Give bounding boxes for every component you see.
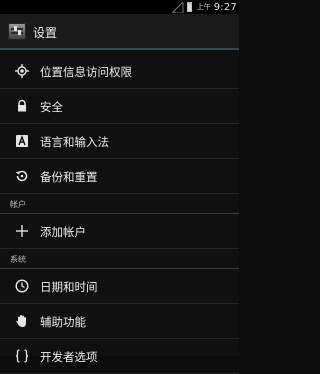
settings-app-icon[interactable]: [8, 23, 26, 40]
settings-item-developer[interactable]: 开发者选项: [0, 339, 239, 374]
section-header-label: 帐户: [10, 200, 26, 209]
location-icon: [15, 64, 29, 78]
settings-item-security[interactable]: 安全: [0, 89, 239, 124]
battery-icon: [186, 2, 192, 12]
settings-item-accessibility[interactable]: 辅助功能: [0, 304, 239, 339]
lock-icon: [15, 99, 29, 113]
keyboard-a-icon: [15, 134, 29, 148]
settings-item-label: 安全: [40, 100, 63, 114]
settings-item-label: 添加帐户: [40, 225, 86, 239]
action-bar: 设置: [0, 14, 239, 50]
settings-item-label: 日期和时间: [40, 280, 98, 294]
settings-item-datetime[interactable]: 日期和时间: [0, 269, 239, 304]
settings-list: 位置信息访问权限 安全 语言和输入法 备份和重置 帐户 添加帐户 系统 日期和时…: [0, 54, 239, 374]
settings-item-add-account[interactable]: 添加帐户: [0, 214, 239, 249]
settings-item-label: 语言和输入法: [40, 135, 109, 149]
settings-item-location[interactable]: 位置信息访问权限: [0, 54, 239, 89]
clock-icon: [15, 279, 29, 293]
hand-icon: [15, 314, 29, 328]
section-header-label: 系统: [10, 255, 26, 264]
settings-item-label: 辅助功能: [40, 315, 86, 329]
settings-item-backup[interactable]: 备份和重置: [0, 159, 239, 194]
status-ampm: 上午: [196, 3, 211, 11]
settings-item-label: 位置信息访问权限: [40, 65, 132, 79]
settings-item-language[interactable]: 语言和输入法: [0, 124, 239, 159]
settings-item-label: 备份和重置: [40, 170, 98, 184]
backup-restore-icon: [15, 169, 29, 183]
settings-item-label: 开发者选项: [40, 350, 98, 364]
settings-screen: 上午 9:27 设置 位置信息访问权限 安全 语言和输入法 备份和重置 帐户 添…: [0, 0, 239, 374]
status-bar: 上午 9:27: [0, 0, 239, 14]
section-header-system: 系统: [0, 249, 239, 269]
signal-icon: [171, 1, 184, 13]
status-icons: 上午 9:27: [171, 1, 237, 13]
section-header-accounts: 帐户: [0, 194, 239, 214]
status-time: 9:27: [213, 1, 237, 13]
plus-icon: [15, 224, 29, 238]
page-title: 设置: [33, 26, 58, 40]
braces-icon: [15, 349, 29, 363]
